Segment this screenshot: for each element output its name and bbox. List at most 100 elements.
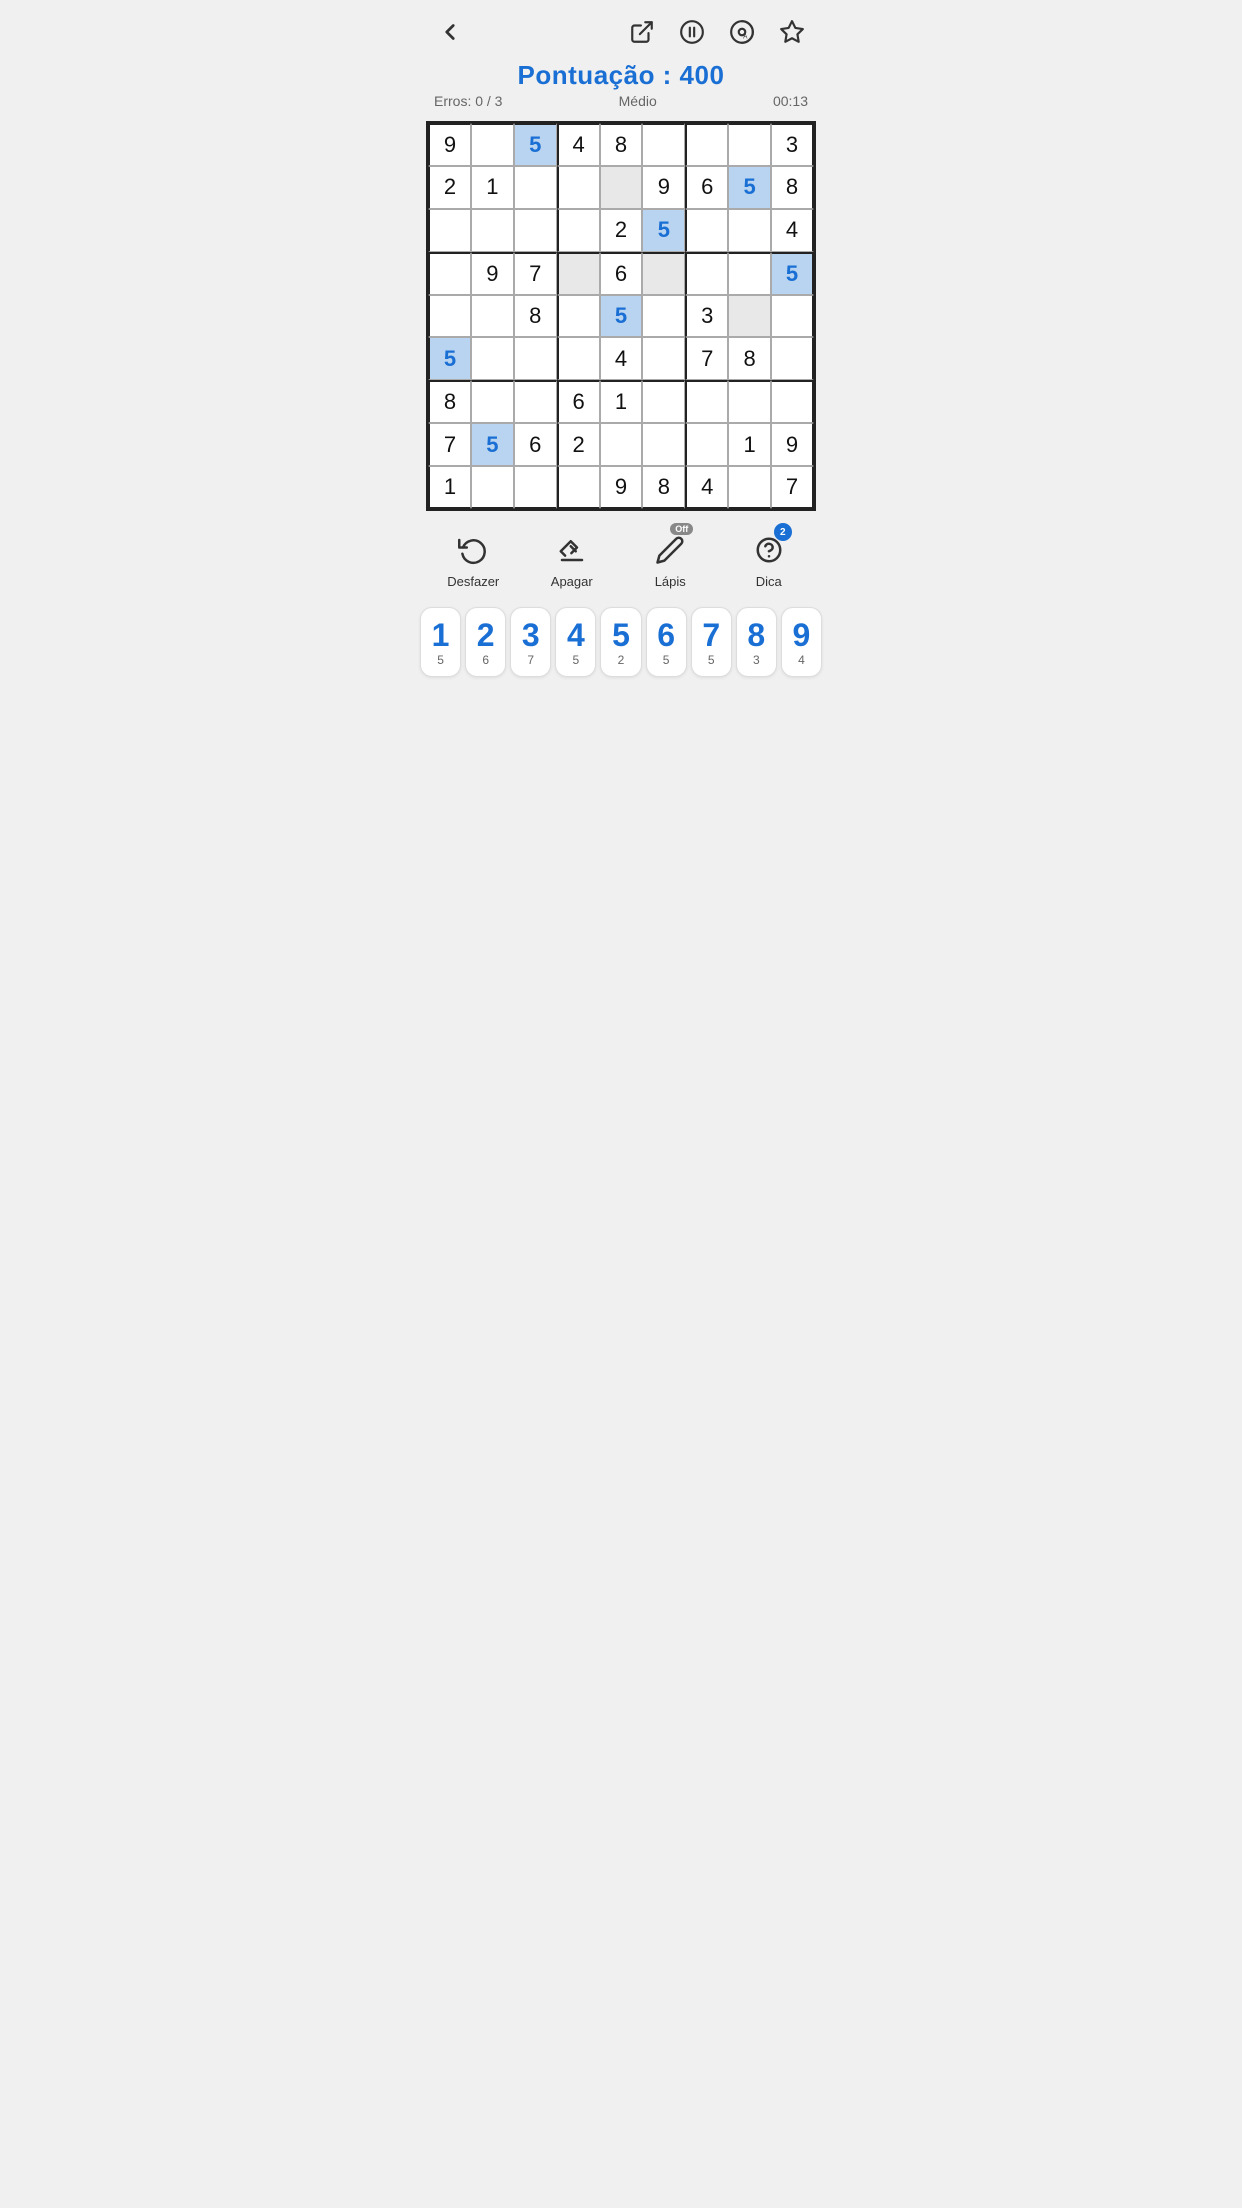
cell-r4-c0[interactable] bbox=[428, 295, 471, 338]
cell-r1-c2[interactable] bbox=[514, 166, 557, 209]
cell-r8-c4[interactable]: 9 bbox=[600, 466, 643, 509]
cell-r3-c7[interactable] bbox=[728, 252, 771, 295]
cell-r7-c6[interactable] bbox=[685, 423, 728, 466]
cell-r4-c1[interactable] bbox=[471, 295, 514, 338]
hint-button[interactable]: 2 Dica bbox=[739, 531, 799, 589]
cell-r6-c1[interactable] bbox=[471, 380, 514, 423]
numpad-btn-3[interactable]: 37 bbox=[510, 607, 551, 677]
cell-r5-c5[interactable] bbox=[642, 337, 685, 380]
cell-r1-c8[interactable]: 8 bbox=[771, 166, 814, 209]
numpad-btn-8[interactable]: 83 bbox=[736, 607, 777, 677]
cell-r3-c3[interactable] bbox=[557, 252, 600, 295]
cell-r2-c1[interactable] bbox=[471, 209, 514, 252]
difficulty-label: Médio bbox=[502, 93, 772, 109]
undo-button[interactable]: Desfazer bbox=[443, 531, 503, 589]
cell-r2-c4[interactable]: 2 bbox=[600, 209, 643, 252]
cell-r6-c3[interactable]: 6 bbox=[557, 380, 600, 423]
numpad-btn-1[interactable]: 15 bbox=[420, 607, 461, 677]
cell-r4-c8[interactable] bbox=[771, 295, 814, 338]
cell-r3-c5[interactable] bbox=[642, 252, 685, 295]
numpad-btn-5[interactable]: 52 bbox=[600, 607, 641, 677]
cell-r2-c7[interactable] bbox=[728, 209, 771, 252]
cell-r5-c1[interactable] bbox=[471, 337, 514, 380]
cell-r7-c0[interactable]: 7 bbox=[428, 423, 471, 466]
cell-r8-c6[interactable]: 4 bbox=[685, 466, 728, 509]
cell-r2-c0[interactable] bbox=[428, 209, 471, 252]
cell-r0-c6[interactable] bbox=[685, 123, 728, 166]
cell-r7-c4[interactable] bbox=[600, 423, 643, 466]
cell-r7-c2[interactable]: 6 bbox=[514, 423, 557, 466]
cell-r4-c7[interactable] bbox=[728, 295, 771, 338]
cell-r5-c7[interactable]: 8 bbox=[728, 337, 771, 380]
cell-r0-c3[interactable]: 4 bbox=[557, 123, 600, 166]
cell-r5-c2[interactable] bbox=[514, 337, 557, 380]
cell-r5-c3[interactable] bbox=[557, 337, 600, 380]
cell-r6-c2[interactable] bbox=[514, 380, 557, 423]
cell-r3-c1[interactable]: 9 bbox=[471, 252, 514, 295]
cell-r4-c6[interactable]: 3 bbox=[685, 295, 728, 338]
cell-r0-c7[interactable] bbox=[728, 123, 771, 166]
cell-r8-c1[interactable] bbox=[471, 466, 514, 509]
cell-r1-c3[interactable] bbox=[557, 166, 600, 209]
cell-r7-c5[interactable] bbox=[642, 423, 685, 466]
cell-r8-c7[interactable] bbox=[728, 466, 771, 509]
cell-r2-c8[interactable]: 4 bbox=[771, 209, 814, 252]
cell-r7-c8[interactable]: 9 bbox=[771, 423, 814, 466]
numpad-btn-6[interactable]: 65 bbox=[646, 607, 687, 677]
numpad-btn-7[interactable]: 75 bbox=[691, 607, 732, 677]
cell-r6-c8[interactable] bbox=[771, 380, 814, 423]
cell-r5-c0[interactable]: 5 bbox=[428, 337, 471, 380]
cell-r0-c2[interactable]: 5 bbox=[514, 123, 557, 166]
cell-r1-c4[interactable] bbox=[600, 166, 643, 209]
cell-r2-c3[interactable] bbox=[557, 209, 600, 252]
cell-r2-c5[interactable]: 5 bbox=[642, 209, 685, 252]
cell-r0-c8[interactable]: 3 bbox=[771, 123, 814, 166]
cell-r5-c8[interactable] bbox=[771, 337, 814, 380]
cell-r8-c3[interactable] bbox=[557, 466, 600, 509]
cell-r8-c8[interactable]: 7 bbox=[771, 466, 814, 509]
cell-r8-c5[interactable]: 8 bbox=[642, 466, 685, 509]
cell-r1-c1[interactable]: 1 bbox=[471, 166, 514, 209]
cell-r7-c3[interactable]: 2 bbox=[557, 423, 600, 466]
erase-button[interactable]: Apagar bbox=[542, 531, 602, 589]
cell-r7-c1[interactable]: 5 bbox=[471, 423, 514, 466]
pause-button[interactable] bbox=[674, 14, 710, 50]
settings-button[interactable] bbox=[774, 14, 810, 50]
cell-r1-c0[interactable]: 2 bbox=[428, 166, 471, 209]
cell-r3-c0[interactable] bbox=[428, 252, 471, 295]
cell-r6-c5[interactable] bbox=[642, 380, 685, 423]
cell-r6-c0[interactable]: 8 bbox=[428, 380, 471, 423]
cell-r5-c4[interactable]: 4 bbox=[600, 337, 643, 380]
cell-r8-c2[interactable] bbox=[514, 466, 557, 509]
cell-r6-c7[interactable] bbox=[728, 380, 771, 423]
numpad-btn-9[interactable]: 94 bbox=[781, 607, 822, 677]
cell-r0-c5[interactable] bbox=[642, 123, 685, 166]
cell-r3-c2[interactable]: 7 bbox=[514, 252, 557, 295]
cell-r4-c3[interactable] bbox=[557, 295, 600, 338]
pencil-button[interactable]: Off Lápis bbox=[640, 531, 700, 589]
cell-r1-c6[interactable]: 6 bbox=[685, 166, 728, 209]
cell-r1-c7[interactable]: 5 bbox=[728, 166, 771, 209]
cell-r4-c2[interactable]: 8 bbox=[514, 295, 557, 338]
cell-r5-c6[interactable]: 7 bbox=[685, 337, 728, 380]
cell-r4-c4[interactable]: 5 bbox=[600, 295, 643, 338]
cell-r0-c4[interactable]: 8 bbox=[600, 123, 643, 166]
cell-r0-c1[interactable] bbox=[471, 123, 514, 166]
cell-r3-c8[interactable]: 5 bbox=[771, 252, 814, 295]
cell-r0-c0[interactable]: 9 bbox=[428, 123, 471, 166]
cell-r8-c0[interactable]: 1 bbox=[428, 466, 471, 509]
numpad-btn-2[interactable]: 26 bbox=[465, 607, 506, 677]
share-button[interactable] bbox=[624, 14, 660, 50]
numpad-btn-4[interactable]: 45 bbox=[555, 607, 596, 677]
cell-r3-c4[interactable]: 6 bbox=[600, 252, 643, 295]
cell-r3-c6[interactable] bbox=[685, 252, 728, 295]
back-button[interactable] bbox=[432, 14, 468, 50]
cell-r2-c6[interactable] bbox=[685, 209, 728, 252]
cell-r7-c7[interactable]: 1 bbox=[728, 423, 771, 466]
cell-r1-c5[interactable]: 9 bbox=[642, 166, 685, 209]
cell-r6-c4[interactable]: 1 bbox=[600, 380, 643, 423]
cell-r6-c6[interactable] bbox=[685, 380, 728, 423]
theme-button[interactable]: A bbox=[724, 14, 760, 50]
cell-r2-c2[interactable] bbox=[514, 209, 557, 252]
cell-r4-c5[interactable] bbox=[642, 295, 685, 338]
